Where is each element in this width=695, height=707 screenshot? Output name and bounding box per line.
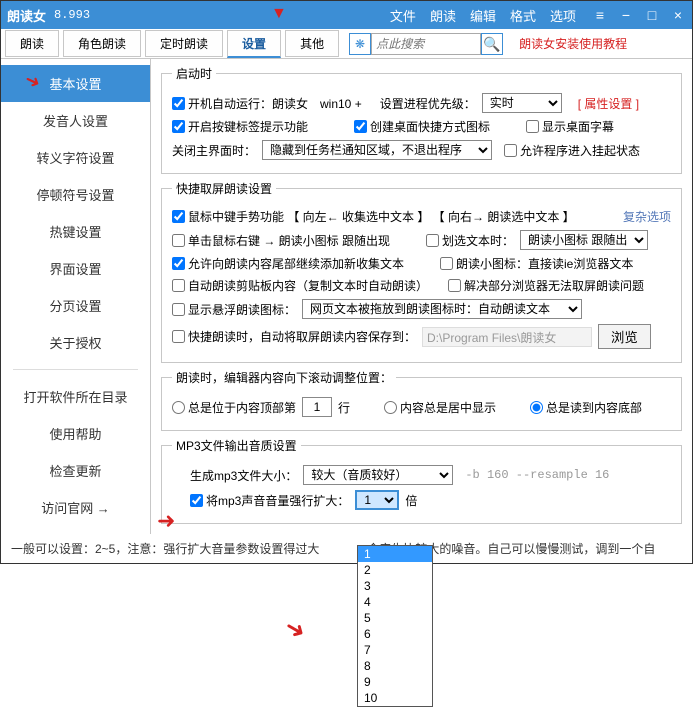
- desktop-shortcut-checkbox[interactable]: 创建桌面快捷方式图标: [354, 118, 490, 135]
- scroll-top-suffix: 行: [338, 399, 350, 416]
- scroll-center-radio[interactable]: 内容总是居中显示: [384, 399, 496, 416]
- priority-select[interactable]: 实时: [482, 93, 562, 113]
- mp3-amplify-checkbox[interactable]: 将mp3声音音量强行扩大：: [190, 492, 349, 509]
- browser-fix-checkbox[interactable]: 解决部分浏览器无法取屏朗读问题: [448, 277, 644, 294]
- sidebar-item-about[interactable]: 关于授权: [1, 324, 150, 361]
- fastread-save-checkbox[interactable]: 快捷朗读时，自动将取屏朗读内容保存到：: [172, 328, 416, 345]
- subtitle-checkbox[interactable]: 显示桌面字幕: [526, 118, 614, 135]
- browse-button[interactable]: 浏览: [598, 324, 651, 349]
- scroll-top-radio[interactable]: 总是位于内容顶部第: [172, 399, 296, 416]
- section-startup-legend: 启动时: [172, 65, 216, 82]
- dropdown-option[interactable]: 5: [358, 610, 432, 626]
- menu-edit[interactable]: 编辑: [470, 6, 496, 25]
- mp3-size-label: 生成mp3文件大小：: [190, 467, 297, 484]
- annotation-arrow-icon: ▼: [271, 5, 287, 23]
- tooltip-checkbox[interactable]: 开启按键标签提示功能: [172, 118, 308, 135]
- hover-action-select[interactable]: 网页文本被拖放到朗读图标时：自动朗读文本: [302, 299, 582, 319]
- sidebar-item-ui[interactable]: 界面设置: [1, 250, 150, 287]
- menu-format[interactable]: 格式: [510, 6, 536, 25]
- close-label: 关闭主界面时：: [172, 142, 256, 159]
- app-title: 朗读女: [7, 6, 46, 25]
- priority-label: 设置进程优先级：: [380, 95, 476, 112]
- tab-other[interactable]: 其他: [285, 30, 339, 57]
- mp3-size-select[interactable]: 较大（音质较好）: [303, 465, 453, 485]
- section-scroll-legend: 朗读时，编辑器内容向下滚动调整位置：: [172, 369, 396, 386]
- clipboard-checkbox[interactable]: 自动朗读剪贴板内容（复制文本时自动朗读）: [172, 277, 428, 294]
- tab-timer[interactable]: 定时朗读: [145, 30, 223, 57]
- sidebar-item-voice[interactable]: 发音人设置: [1, 102, 150, 139]
- sidebar-item-page[interactable]: 分页设置: [1, 287, 150, 324]
- complex-options-link[interactable]: 复杂选项: [623, 208, 671, 225]
- help-link[interactable]: 朗读女安装使用教程: [519, 35, 627, 52]
- app-version: 8.993: [54, 8, 90, 22]
- suspend-checkbox[interactable]: 允许程序进入挂起状态: [504, 142, 640, 159]
- section-mp3-legend: MP3文件输出音质设置: [172, 437, 301, 454]
- section-screenread-legend: 快捷取屏朗读设置: [172, 180, 276, 197]
- close-icon[interactable]: ×: [670, 7, 686, 23]
- close-action-select[interactable]: 隐藏到任务栏通知区域，不退出程序: [262, 140, 492, 160]
- menu-read[interactable]: 朗读: [430, 6, 456, 25]
- rightclick-checkbox[interactable]: 单击鼠标右键 → 朗读小图标 跟随出现: [172, 232, 390, 249]
- minimize-icon[interactable]: −: [618, 7, 634, 23]
- tab-role[interactable]: 角色朗读: [63, 30, 141, 57]
- menu-file[interactable]: 文件: [390, 6, 416, 25]
- save-path-field: D:\Program Files\朗读女\TTSini: [422, 327, 592, 347]
- sidebar-item-open-folder[interactable]: 打开软件所在目录: [1, 378, 150, 415]
- dropdown-option[interactable]: 4: [358, 594, 432, 610]
- sidebar-item-update[interactable]: 检查更新: [1, 452, 150, 489]
- select-text-select[interactable]: 朗读小图标 跟随出现: [520, 230, 648, 250]
- autorun-checkbox[interactable]: 开机自动运行：朗读女 win10 +: [172, 95, 362, 112]
- smallicon-checkbox[interactable]: 朗读小图标：直接读ie浏览器文本: [440, 255, 633, 272]
- sidebar-item-site[interactable]: 访问官网 →: [1, 489, 150, 526]
- append-checkbox[interactable]: 允许向朗读内容尾部继续添加新收集文本: [172, 255, 404, 272]
- mp3-cmd-text: -b 160 --resample 16: [465, 468, 609, 482]
- sidebar-item-pause[interactable]: 停顿符号设置: [1, 176, 150, 213]
- scroll-bottom-radio[interactable]: 总是读到内容底部: [530, 399, 642, 416]
- sidebar-item-help[interactable]: 使用帮助: [1, 415, 150, 452]
- sidebar-item-basic[interactable]: 基本设置: [1, 65, 150, 102]
- mp3-amplify-select[interactable]: 1: [355, 490, 399, 510]
- amplify-dropdown[interactable]: 1 2 3 4 5 6 7 8 9 10: [357, 545, 433, 707]
- annotation-arrow-icon: ➜: [279, 612, 311, 647]
- sidebar-item-hotkey[interactable]: 热键设置: [1, 213, 150, 250]
- middle-gesture-checkbox[interactable]: 鼠标中键手势功能 【 向左← 收集选中文本 】 【 向右→ 朗读选中文本 】: [172, 208, 575, 225]
- dropdown-option[interactable]: 7: [358, 642, 432, 658]
- sidebar-item-font[interactable]: 转义字符设置: [1, 139, 150, 176]
- select-text-checkbox[interactable]: 划选文本时：: [426, 232, 514, 249]
- dropdown-option[interactable]: 2: [358, 562, 432, 578]
- dropdown-option[interactable]: 9: [358, 674, 432, 690]
- menubar: 文件 朗读 编辑 格式 选项: [390, 6, 576, 25]
- dropdown-option[interactable]: 10: [358, 690, 432, 706]
- mp3-amplify-suffix: 倍: [405, 492, 417, 509]
- tab-read[interactable]: 朗读: [5, 30, 59, 57]
- search-icon[interactable]: 🔍: [481, 33, 503, 55]
- hint-text: 一般可以设置：2~5，注意：强行扩大音量参数设置得过大 会产生比较大的噪音。自己…: [1, 534, 692, 563]
- menu-options[interactable]: 选项: [550, 6, 576, 25]
- scroll-top-line-input[interactable]: [302, 397, 332, 417]
- dropdown-option[interactable]: 3: [358, 578, 432, 594]
- dropdown-option[interactable]: 1: [358, 546, 432, 562]
- attr-settings-link[interactable]: [ 属性设置 ]: [578, 95, 639, 112]
- annotation-arrow-icon: ➜: [157, 508, 175, 534]
- search-input[interactable]: [371, 33, 481, 55]
- maximize-icon[interactable]: □: [644, 7, 660, 23]
- dropdown-option[interactable]: 6: [358, 626, 432, 642]
- pin-icon[interactable]: ≡: [592, 7, 608, 23]
- tab-settings[interactable]: 设置: [227, 30, 281, 58]
- dropdown-option[interactable]: 8: [358, 658, 432, 674]
- hover-checkbox[interactable]: 显示悬浮朗读图标：: [172, 301, 296, 318]
- search-category-icon[interactable]: ❋: [349, 33, 371, 55]
